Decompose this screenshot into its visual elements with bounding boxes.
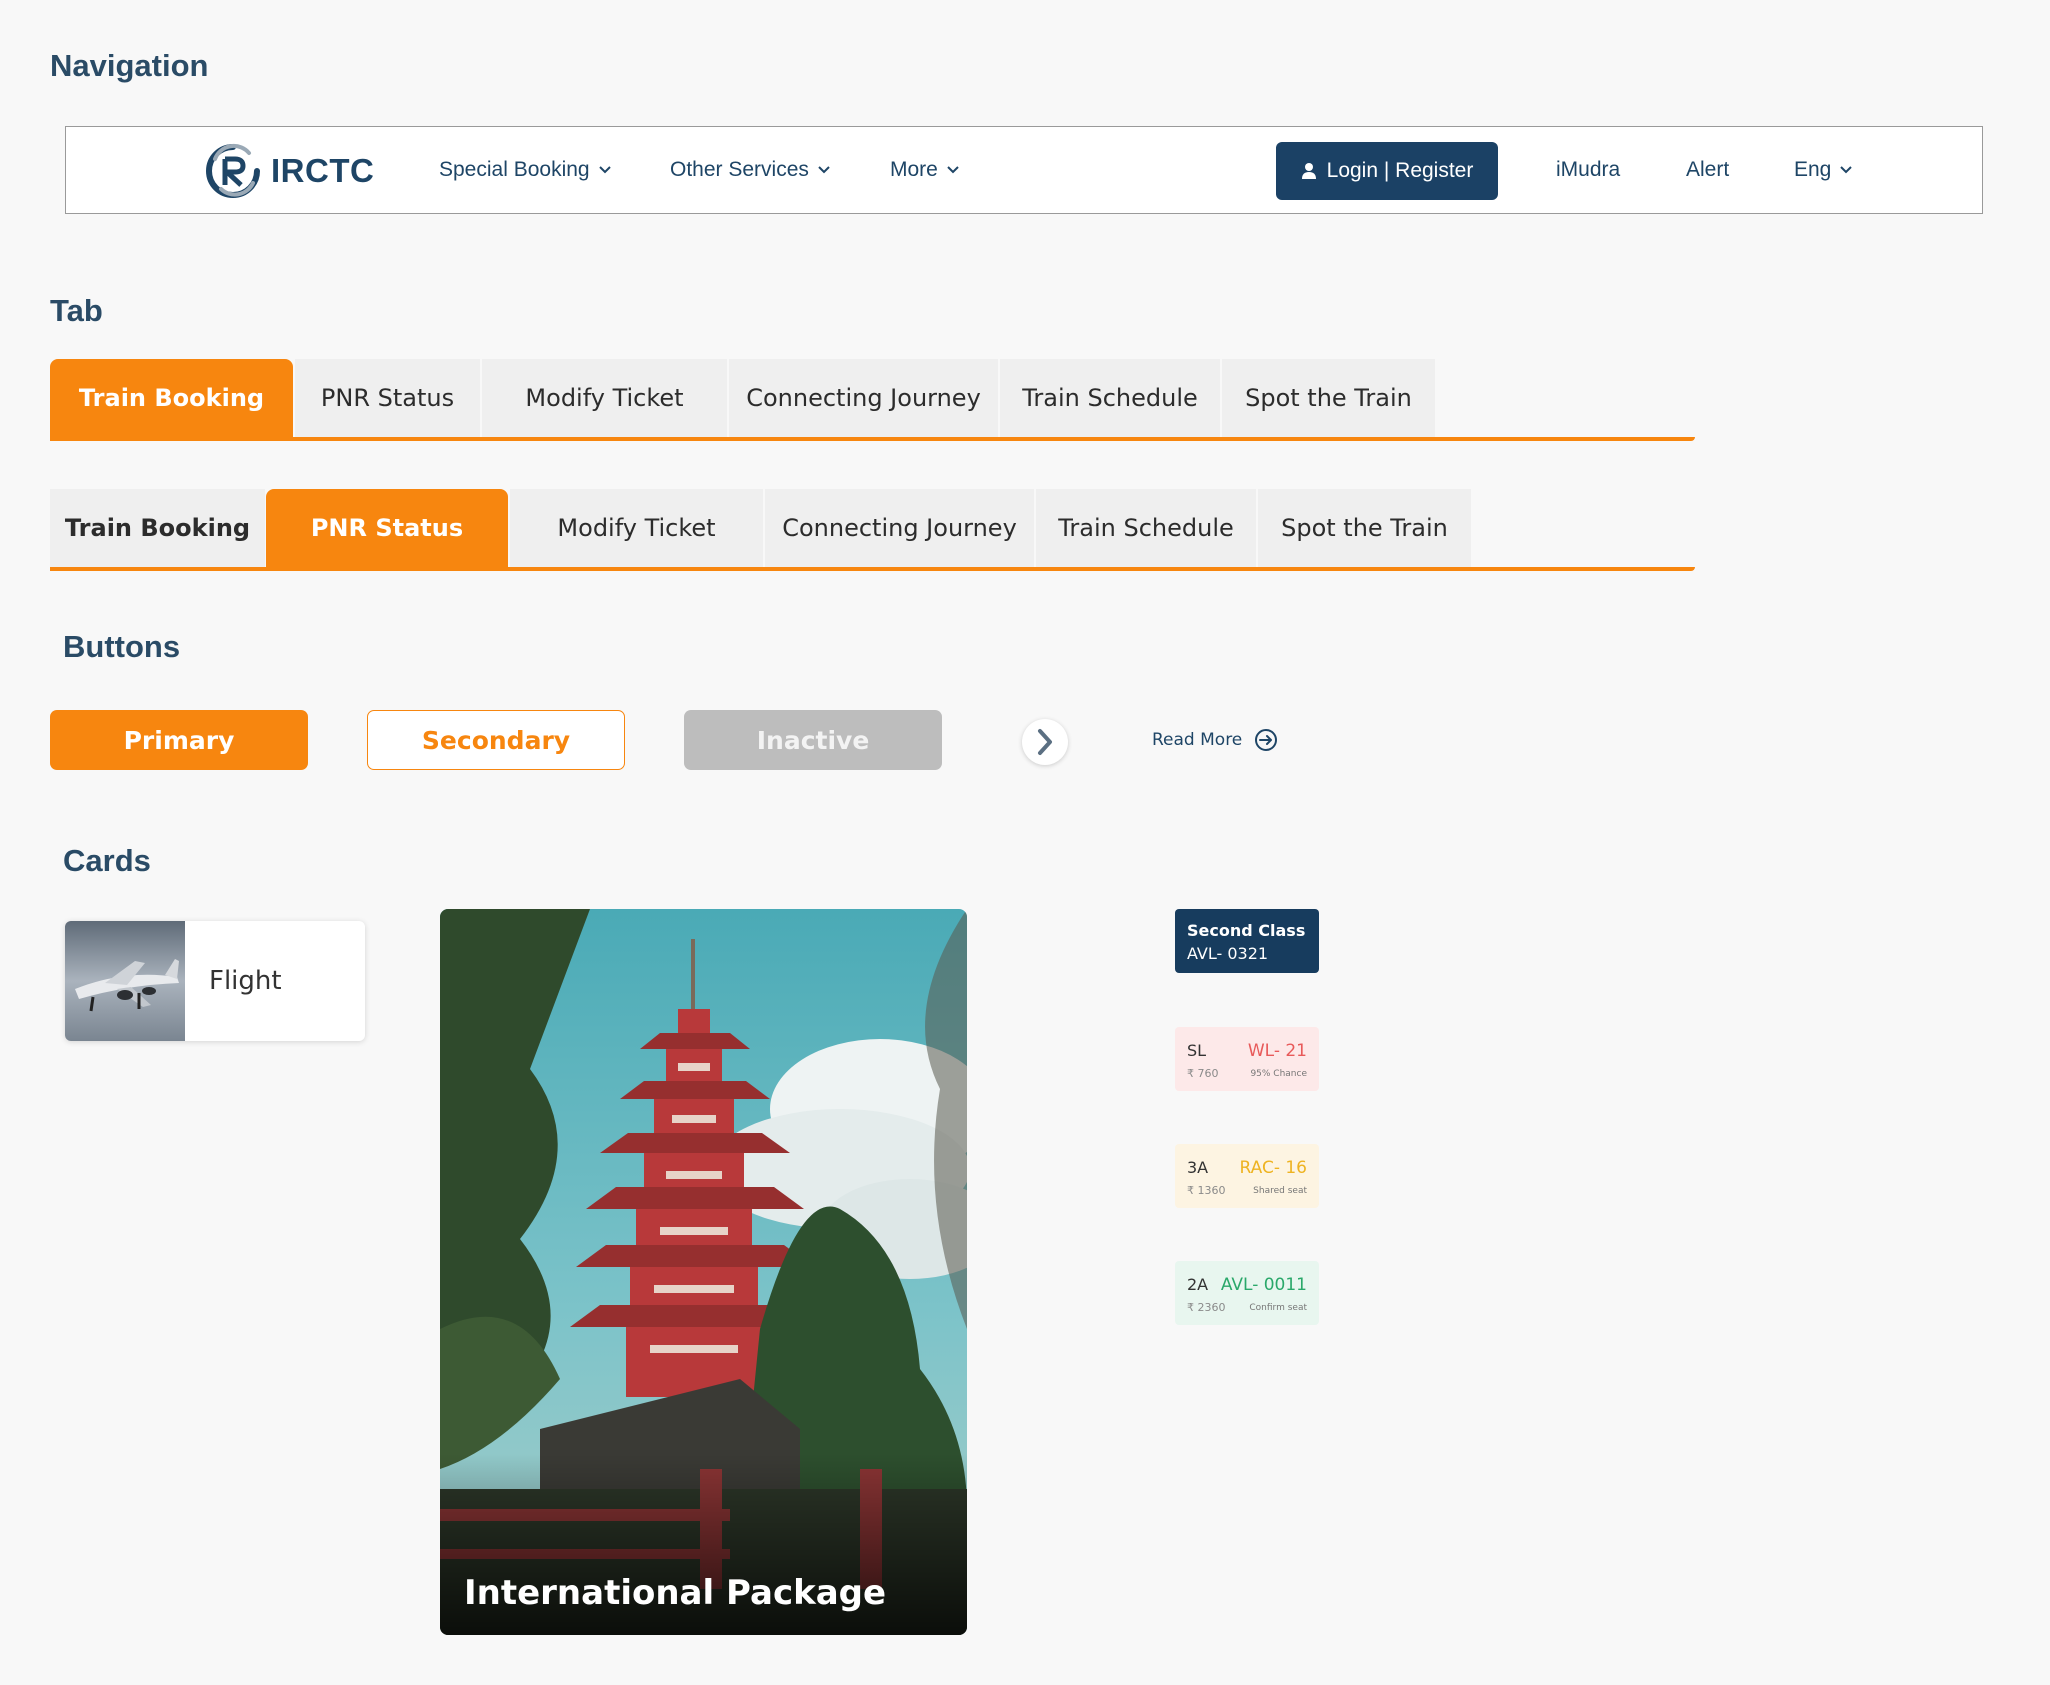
irctc-logo[interactable]: IRCTC [201,141,374,201]
top-navbar: IRCTC Special Booking Other Services Mor… [65,126,1983,214]
section-title-buttons: Buttons [63,629,181,664]
nav-item-more[interactable]: More [890,127,959,213]
airplane-image [65,921,185,1041]
seat-chip-sl[interactable]: SL ₹ 760 WL- 21 95% Chance [1175,1027,1319,1091]
tab-connecting-journey[interactable]: Connecting Journey [765,489,1034,567]
seat-class: 3A [1187,1158,1209,1177]
seat-chip-3a[interactable]: 3A ₹ 1360 RAC- 16 Shared seat [1175,1144,1319,1208]
section-title-tab: Tab [50,293,103,328]
tab-label: Modify Ticket [557,514,716,542]
tab-spot-the-train[interactable]: Spot the Train [1222,359,1435,437]
nav-item-label: Other Services [670,158,809,181]
user-icon [1301,163,1316,179]
tab-bar-2: Train Booking PNR Status Modify Ticket C… [50,489,1695,571]
tab-label: Train Booking [78,384,265,412]
international-package-card[interactable]: International Package [440,909,967,1635]
seat-status: AVL- 0011 [1220,1275,1307,1295]
nav-item-label: Special Booking [439,158,590,181]
seat-status-note: Confirm seat [1249,1303,1307,1313]
tab-pnr-status[interactable]: PNR Status [295,359,480,437]
tab-bar-1: Train Booking PNR Status Modify Ticket C… [50,359,1695,441]
tab-label: Connecting Journey [782,514,1017,542]
chevron-down-icon [598,166,611,174]
seat-class: SL [1187,1041,1207,1060]
tab-label: Train Schedule [1058,514,1234,542]
tab-train-booking[interactable]: Train Booking [50,489,265,567]
chevron-down-icon [947,166,959,174]
seat-status-note: 95% Chance [1250,1069,1307,1079]
login-register-label: Login | Register [1326,159,1474,182]
tab-train-booking[interactable]: Train Booking [50,359,293,437]
class-name: Second Class [1187,921,1306,940]
tab-train-schedule[interactable]: Train Schedule [1036,489,1256,567]
seat-chip-2a[interactable]: 2A ₹ 2360 AVL- 0011 Confirm seat [1175,1261,1319,1325]
availability-text: AVL- 0321 [1187,944,1269,963]
tab-label: Connecting Journey [746,384,981,412]
seat-class: 2A [1187,1275,1209,1294]
language-selector[interactable]: Eng [1794,127,1853,213]
seat-price: ₹ 2360 [1187,1301,1226,1314]
logo-text: IRCTC [271,152,375,189]
class-availability-chip[interactable]: Second Class AVL- 0321 [1175,909,1319,973]
tab-label: PNR Status [320,384,455,412]
tab-label: Modify Ticket [525,384,684,412]
secondary-button[interactable]: Secondary [367,710,625,770]
seat-status-note: Shared seat [1253,1186,1307,1196]
tab-modify-ticket[interactable]: Modify Ticket [482,359,727,437]
seat-price: ₹ 1360 [1187,1184,1226,1197]
tab-modify-ticket[interactable]: Modify Ticket [510,489,763,567]
tab-label: PNR Status [310,514,464,542]
chevron-right-icon [1038,729,1052,755]
read-more-label: Read More [1152,730,1243,750]
seat-price: ₹ 760 [1187,1067,1219,1080]
language-label: Eng [1794,158,1832,181]
nav-item-label: More [890,158,938,181]
pagoda-image [440,909,967,1635]
nav-item-special-booking[interactable]: Special Booking [439,127,611,213]
login-register-button[interactable]: Login | Register [1276,142,1498,200]
tab-pnr-status[interactable]: PNR Status [266,489,508,567]
section-title-cards: Cards [63,843,151,878]
nav-item-imudra[interactable]: iMudra [1556,127,1620,213]
tab-spot-the-train[interactable]: Spot the Train [1258,489,1471,567]
read-more-link[interactable]: Read More [1152,724,1278,756]
tab-connecting-journey[interactable]: Connecting Journey [729,359,998,437]
tab-underline [50,567,1695,571]
nav-item-alert[interactable]: Alert [1686,127,1729,213]
seat-status: RAC- 16 [1239,1158,1308,1178]
tab-train-schedule[interactable]: Train Schedule [1000,359,1220,437]
irctc-logo-icon [206,143,260,198]
arrow-right-circle-icon [1255,729,1278,751]
tab-label: Train Booking [64,514,251,542]
primary-button[interactable]: Primary [50,710,308,770]
nav-item-label: iMudra [1556,158,1621,181]
nav-item-label: Alert [1686,158,1730,181]
inactive-button: Inactive [684,710,942,770]
tab-label: Train Schedule [1022,384,1198,412]
flight-card-label: Flight [209,966,282,996]
chevron-down-icon [818,166,830,174]
seat-status: WL- 21 [1247,1041,1307,1061]
tab-label: Spot the Train [1281,514,1448,542]
next-arrow-button[interactable] [1022,719,1068,765]
tab-label: Spot the Train [1245,384,1412,412]
package-card-label: International Package [464,1573,887,1613]
flight-card[interactable]: Flight [65,921,365,1041]
tab-underline [50,437,1695,441]
chevron-down-icon [1840,166,1853,174]
nav-item-other-services[interactable]: Other Services [670,127,830,213]
section-title-navigation: Navigation [50,48,209,83]
